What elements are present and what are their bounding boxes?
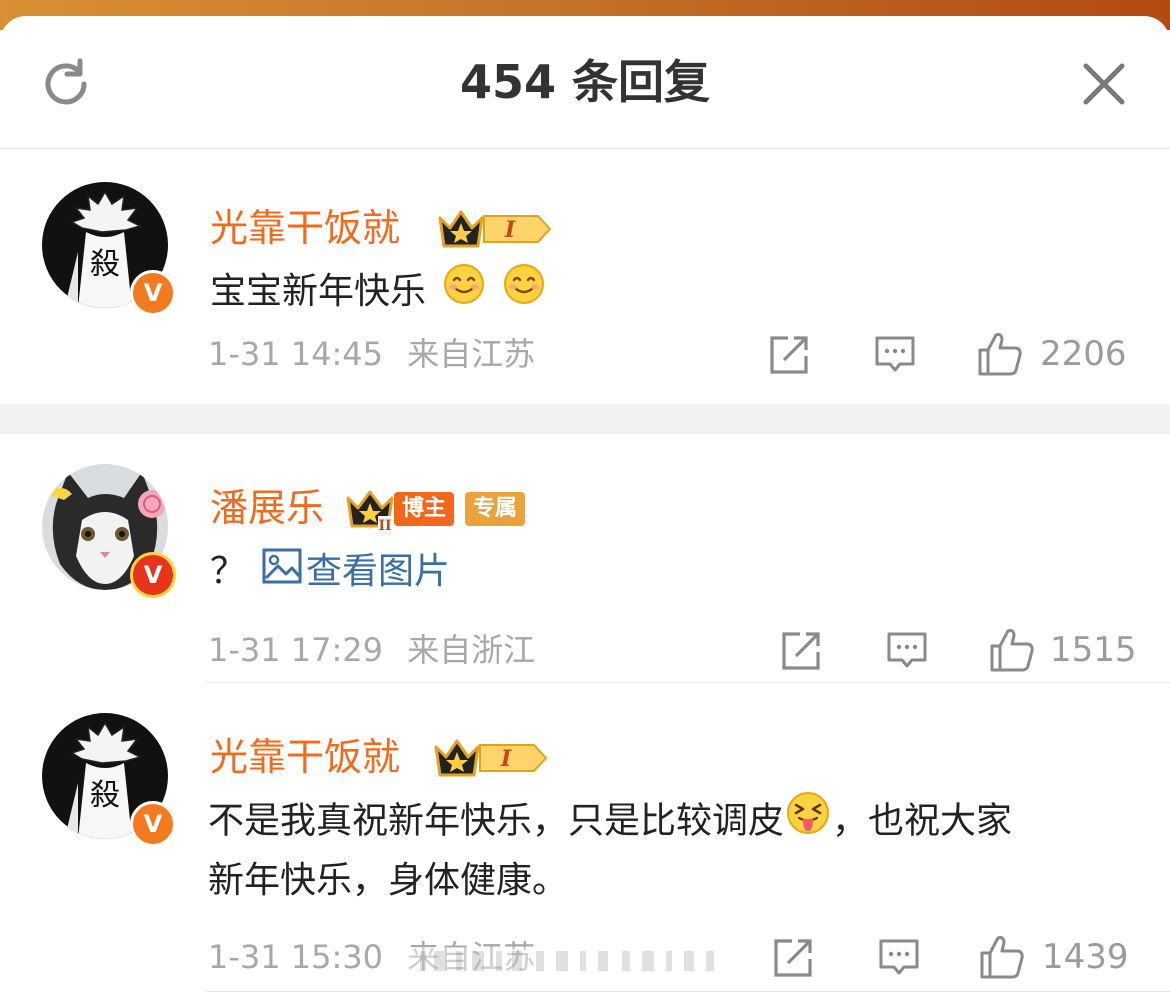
comment-time: 1-31 17:29 xyxy=(208,631,384,669)
tongue-out-emoji-icon xyxy=(786,791,830,854)
comment-username[interactable]: 光靠干饭就 xyxy=(210,733,400,781)
blogger-tag: 博主 xyxy=(394,492,455,526)
comment-text: ？ xyxy=(210,551,247,592)
sheet-header: 454 条回复 xyxy=(0,16,1170,149)
section-separator xyxy=(0,404,1170,434)
comment-text: 不是我真祝新年快乐，只是比较调皮 ，也祝大家 xyxy=(208,791,1012,854)
comment-item: 殺 V 光靠干饭就 I 宝宝新年快乐 1-31 14:45 来自江苏 2206 xyxy=(0,148,1170,404)
view-image-text[interactable]: 查看图片 xyxy=(306,551,450,592)
comment-text-content: 宝宝新年快乐 xyxy=(210,271,427,312)
like-icon[interactable] xyxy=(988,626,1036,678)
like-count: 1439 xyxy=(1042,937,1129,977)
reply-icon[interactable] xyxy=(878,937,920,983)
svg-text:I: I xyxy=(500,746,512,772)
comment-text-line2: 新年快乐，身体健康。 xyxy=(208,860,569,901)
svg-text:II: II xyxy=(378,518,391,532)
svg-text:殺: 殺 xyxy=(90,778,120,813)
replies-sheet: 454 条回复 殺 V 光靠干饭就 I 宝宝新年快乐 1-31 14:45 来自… xyxy=(0,16,1170,993)
reply-icon[interactable] xyxy=(874,334,916,380)
comment-time: 1-31 14:45 xyxy=(208,335,384,373)
like-count: 2206 xyxy=(1040,334,1127,374)
smile-emoji-icon xyxy=(503,263,545,324)
avatar[interactable]: V xyxy=(42,464,176,598)
reply-icon[interactable] xyxy=(886,630,928,676)
avatar[interactable]: 殺 V xyxy=(42,713,176,847)
like-icon[interactable] xyxy=(976,330,1024,382)
comment-text-part: 不是我真祝新年快乐，只是比较调皮 xyxy=(208,800,785,842)
level-crown-badge-icon: I xyxy=(430,735,548,781)
comment-username[interactable]: 潘展乐 xyxy=(210,484,324,532)
comment-username[interactable]: 光靠干饭就 xyxy=(210,204,400,252)
watermark xyxy=(400,941,760,977)
image-icon xyxy=(262,543,302,603)
verified-badge-icon: V xyxy=(130,270,176,316)
view-image-link[interactable]: 查看图片 xyxy=(262,542,450,603)
share-icon[interactable] xyxy=(768,334,810,380)
comment-text-part: ，也祝大家 xyxy=(832,800,1013,842)
svg-text:I: I xyxy=(504,217,516,243)
comment-text: 宝宝新年快乐 xyxy=(210,262,545,324)
verified-badge-icon: V xyxy=(130,801,176,847)
verified-badge-icon: V xyxy=(130,552,176,598)
share-icon[interactable] xyxy=(780,630,822,676)
comment-meta: 1-31 17:29 来自浙江 xyxy=(208,630,535,670)
comment-divider xyxy=(206,991,1170,992)
level-crown-badge-icon: II xyxy=(344,486,398,534)
avatar[interactable]: 殺 V xyxy=(42,182,176,316)
comment-time: 1-31 15:30 xyxy=(208,938,384,976)
svg-text:殺: 殺 xyxy=(90,247,120,282)
comment-meta: 1-31 14:45 来自江苏 xyxy=(208,334,535,374)
like-count: 1515 xyxy=(1050,630,1137,670)
page-title: 454 条回复 xyxy=(459,55,711,109)
close-icon[interactable] xyxy=(1080,60,1128,108)
comment-location: 来自江苏 xyxy=(407,335,536,373)
comment-location: 来自浙江 xyxy=(407,631,536,669)
smile-emoji-icon xyxy=(443,263,485,324)
level-crown-badge-icon: I xyxy=(434,206,552,252)
comment-item: V 潘展乐 II 博主 专属 ？ 查看图片 1-31 17:29 来自浙江 15… xyxy=(0,434,1170,684)
like-icon[interactable] xyxy=(978,933,1026,985)
share-icon[interactable] xyxy=(772,937,814,983)
exclusive-tag: 专属 xyxy=(465,492,526,526)
